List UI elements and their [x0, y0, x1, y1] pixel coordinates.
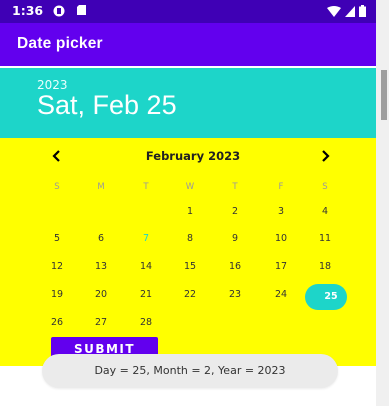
calendar-day[interactable]: 12 — [37, 257, 77, 277]
weekday-label: S — [54, 182, 60, 192]
app-title: Date picker — [17, 35, 103, 52]
calendar-day[interactable]: 1 — [170, 202, 210, 222]
calendar-day[interactable]: 18 — [305, 257, 345, 277]
calendar-day[interactable]: 16 — [215, 257, 255, 277]
calendar-day[interactable]: 14 — [126, 257, 166, 277]
calendar-day[interactable]: 19 — [37, 285, 77, 305]
weekday-label: S — [322, 182, 328, 192]
status-time: 1:36 — [12, 3, 44, 18]
chevron-right-icon[interactable] — [318, 148, 332, 164]
circle-app-icon — [53, 5, 65, 17]
phone-screen: 1:36 Date picker 2023 Sat, Feb 25 Februa… — [0, 0, 376, 406]
calendar-day[interactable]: 24 — [261, 285, 301, 305]
device-edge — [376, 0, 389, 406]
wifi-icon — [327, 5, 341, 17]
chevron-left-icon[interactable] — [50, 148, 64, 164]
calendar-day[interactable]: 7 — [126, 229, 166, 249]
date-picker-header: 2023 Sat, Feb 25 — [0, 68, 376, 138]
battery-icon — [359, 5, 366, 17]
calendar-day[interactable]: 22 — [170, 285, 210, 305]
device-side-button — [381, 70, 387, 120]
status-icons-right — [327, 5, 366, 17]
calendar-day[interactable]: 11 — [305, 229, 345, 249]
header-selected-date[interactable]: Sat, Feb 25 — [37, 90, 177, 121]
calendar-day[interactable]: 27 — [81, 313, 121, 333]
weekday-label: T — [143, 182, 149, 192]
calendar-day[interactable]: 15 — [170, 257, 210, 277]
calendar-day[interactable]: 6 — [81, 229, 121, 249]
calendar-day-selected[interactable]: 25 — [311, 287, 351, 307]
calendar-day[interactable]: 21 — [126, 285, 166, 305]
month-title: February 2023 — [145, 149, 241, 163]
calendar-day[interactable]: 13 — [81, 257, 121, 277]
calendar-day[interactable]: 17 — [261, 257, 301, 277]
calendar-day[interactable]: 3 — [261, 202, 301, 222]
calendar-day[interactable]: 10 — [261, 229, 301, 249]
signal-icon — [345, 5, 355, 17]
calendar-day[interactable]: 9 — [215, 229, 255, 249]
calendar-day[interactable]: 28 — [126, 313, 166, 333]
weekday-label: F — [278, 182, 284, 192]
calendar-day[interactable]: 8 — [170, 229, 210, 249]
app-bar: Date picker — [0, 23, 376, 66]
weekday-label: M — [97, 182, 105, 192]
calendar-day[interactable]: 2 — [215, 202, 255, 222]
weekday-label: W — [185, 182, 195, 192]
calendar-day[interactable]: 5 — [37, 229, 77, 249]
calendar-day[interactable]: 4 — [305, 202, 345, 222]
sd-card-icon — [77, 5, 86, 15]
calendar-day[interactable]: 23 — [215, 285, 255, 305]
toast-message: Day = 25, Month = 2, Year = 2023 — [42, 354, 338, 388]
weekday-label: T — [232, 182, 238, 192]
device-frame: 1:36 Date picker 2023 Sat, Feb 25 Februa… — [0, 0, 389, 406]
status-bar: 1:36 — [0, 0, 376, 23]
calendar-day[interactable]: 20 — [81, 285, 121, 305]
calendar-day[interactable]: 26 — [37, 313, 77, 333]
